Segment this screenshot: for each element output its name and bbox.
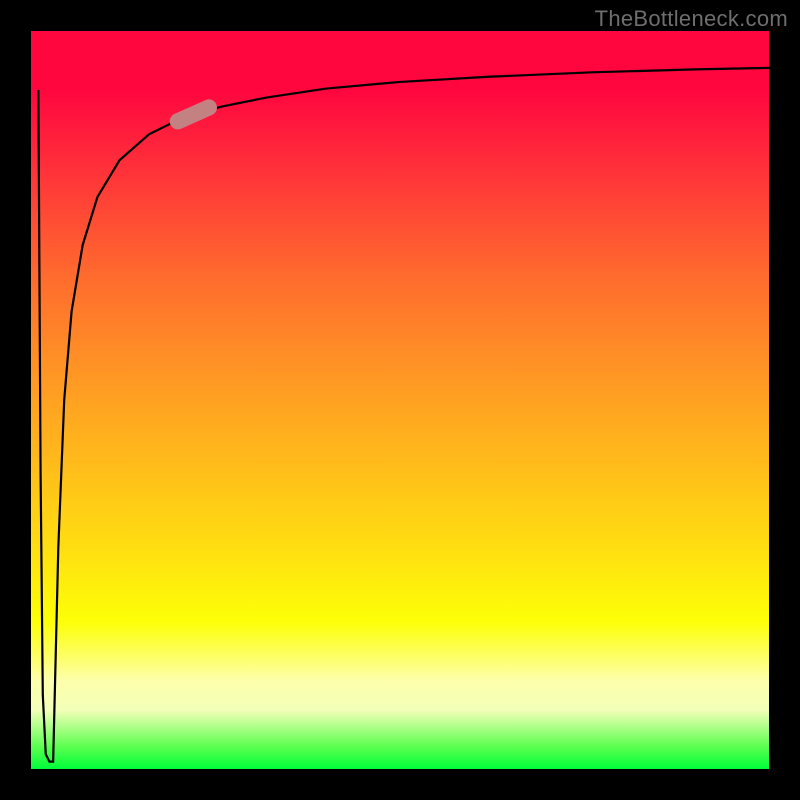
chart-svg [31,31,769,769]
watermark-text: TheBottleneck.com [595,6,788,32]
series-marker [167,97,219,132]
plot-area [31,31,769,769]
chart-container: TheBottleneck.com [0,0,800,800]
curve-line [38,68,769,762]
